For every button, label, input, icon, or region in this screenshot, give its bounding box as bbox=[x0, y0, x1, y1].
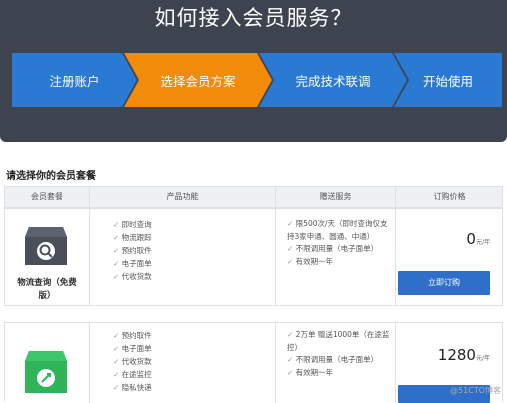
divider bbox=[395, 209, 396, 305]
price-unit: 元/年 bbox=[476, 239, 490, 246]
price-value: 0 bbox=[466, 230, 476, 248]
price-unit: 元/年 bbox=[476, 355, 490, 362]
price-value: 1280 bbox=[438, 346, 476, 364]
step-flow: 注册账户 选择会员方案 完成技术联调 开始使用 bbox=[12, 53, 502, 107]
feature-list: 即时查询 物流跟踪 预约取件 电子面单 代收货款 bbox=[113, 218, 152, 283]
table-header: 会员套餐 产品功能 赠送服务 订购价格 bbox=[4, 186, 503, 208]
service-item: 有效期一年 bbox=[287, 256, 391, 269]
rocket-box-icon bbox=[23, 347, 69, 393]
divider bbox=[275, 209, 276, 305]
step-start-using: 开始使用 bbox=[394, 53, 502, 107]
divider bbox=[89, 209, 90, 305]
header-package: 会员套餐 bbox=[5, 187, 89, 207]
feature-item: 即时查询 bbox=[113, 218, 152, 231]
feature-item: 电子面单 bbox=[113, 257, 152, 270]
feature-item: 预约取件 bbox=[113, 329, 152, 342]
table-row: 预约取件 电子面单 代收货款 在途监控 隐私快递 2万单 赠送1000单（在途监… bbox=[4, 322, 503, 402]
feature-item: 预约取件 bbox=[113, 244, 152, 257]
feature-list: 预约取件 电子面单 代收货款 在途监控 隐私快递 bbox=[113, 329, 152, 394]
watermark: @51CTO博客 bbox=[450, 385, 501, 396]
service-item: 有效期一年 bbox=[287, 367, 391, 380]
feature-item: 隐私快递 bbox=[113, 381, 152, 394]
divider bbox=[275, 323, 276, 403]
step-register: 注册账户 bbox=[12, 53, 137, 107]
header-features: 产品功能 bbox=[90, 187, 275, 207]
feature-item: 代收货款 bbox=[113, 270, 152, 283]
feature-item: 电子面单 bbox=[113, 342, 152, 355]
divider bbox=[89, 323, 90, 403]
service-item: 不限调用量（电子面单） bbox=[287, 354, 391, 367]
step-label: 注册账户 bbox=[49, 71, 99, 90]
header-price: 订购价格 bbox=[396, 187, 503, 207]
step-label: 完成技术联调 bbox=[295, 71, 370, 90]
section-title: 请选择你的会员套餐 bbox=[6, 167, 96, 182]
service-item: 限500次/天（即时查询仅支持3家申通、圆通、中通） bbox=[287, 218, 391, 243]
feature-item: 物流跟踪 bbox=[113, 231, 152, 244]
hero-banner: 如何接入会员服务？ 注册账户 选择会员方案 完成技术联调 开始使用 bbox=[0, 0, 507, 142]
price: 0元/年 bbox=[400, 229, 490, 248]
service-item: 2万单 赠送1000单（在途监控） bbox=[287, 329, 391, 354]
search-box-icon bbox=[23, 223, 69, 269]
price: 1280元/年 bbox=[400, 345, 490, 364]
feature-item: 在途监控 bbox=[113, 368, 152, 381]
feature-item: 代收货款 bbox=[113, 355, 152, 368]
header-services: 赠送服务 bbox=[276, 187, 395, 207]
service-list: 2万单 赠送1000单（在途监控） 不限调用量（电子面单） 有效期一年 bbox=[287, 329, 391, 379]
service-item: 不限调用量（电子面单） bbox=[287, 243, 391, 256]
step-label: 选择会员方案 bbox=[160, 71, 235, 90]
page-title: 如何接入会员服务？ bbox=[0, 2, 507, 32]
package-name: 物流查询（免费版） bbox=[11, 277, 83, 303]
step-choose-plan: 选择会员方案 bbox=[124, 53, 272, 107]
buy-now-button[interactable]: 立即订购 bbox=[398, 271, 490, 295]
step-integration: 完成技术联调 bbox=[259, 53, 407, 107]
table-row: 物流查询（免费版） 即时查询 物流跟踪 预约取件 电子面单 代收货款 限500次… bbox=[4, 208, 503, 306]
service-list: 限500次/天（即时查询仅支持3家申通、圆通、中通） 不限调用量（电子面单） 有… bbox=[287, 218, 391, 268]
divider bbox=[395, 323, 396, 403]
step-label: 开始使用 bbox=[423, 71, 473, 90]
